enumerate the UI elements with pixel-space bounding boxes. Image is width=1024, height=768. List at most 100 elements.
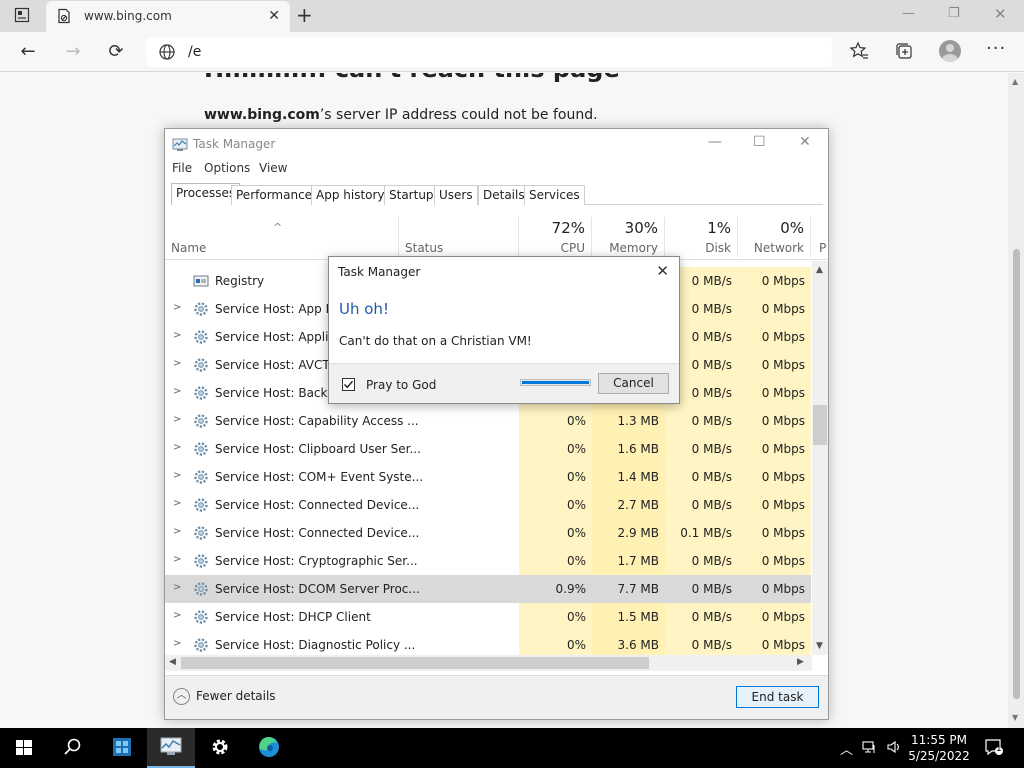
expand-chevron-icon[interactable]: > bbox=[173, 554, 181, 565]
scroll-down-icon[interactable]: ▼ bbox=[1012, 713, 1018, 722]
favorites-star-icon[interactable] bbox=[849, 41, 871, 63]
process-row[interactable]: > Service Host: Cryptographic Ser... 0% 1.7… bbox=[165, 547, 811, 575]
column-status[interactable]: Status bbox=[399, 217, 519, 257]
expand-chevron-icon[interactable]: > bbox=[173, 414, 181, 425]
column-disk[interactable]: 1% Disk bbox=[665, 217, 738, 257]
back-icon[interactable]: ← bbox=[17, 41, 39, 63]
pray-checkbox[interactable] bbox=[342, 378, 355, 391]
scroll-up-icon[interactable]: ▲ bbox=[1012, 77, 1018, 86]
process-list-vscrollbar[interactable]: ▲ ▼ bbox=[812, 261, 828, 655]
tm-minimize-icon[interactable]: — bbox=[708, 134, 722, 150]
process-row[interactable]: > Service Host: DCOM Server Proc... 0.9% 7.… bbox=[165, 575, 811, 603]
tab-startup[interactable]: Startup bbox=[384, 185, 439, 205]
column-memory[interactable]: 30% Memory bbox=[592, 217, 665, 257]
search-button[interactable] bbox=[48, 728, 96, 768]
expand-chevron-icon[interactable]: > bbox=[173, 470, 181, 481]
taskbar-app-network-monitor[interactable] bbox=[98, 728, 146, 768]
task-manager-titlebar[interactable]: Task Manager — ☐ ✕ bbox=[165, 129, 828, 159]
collections-icon[interactable] bbox=[894, 41, 916, 63]
process-list-hscrollbar[interactable]: ◀ ▶ bbox=[165, 655, 812, 671]
menu-view[interactable]: View bbox=[259, 161, 287, 175]
tab-services[interactable]: Services bbox=[524, 185, 585, 205]
tray-clock[interactable]: 11:55 PM 5/25/2022 bbox=[906, 732, 972, 764]
list-vscroll-thumb[interactable] bbox=[813, 405, 827, 445]
list-scroll-up-icon[interactable]: ▲ bbox=[816, 265, 823, 275]
expand-chevron-icon[interactable]: > bbox=[173, 610, 181, 621]
tab-users[interactable]: Users bbox=[434, 185, 478, 205]
minimize-icon[interactable]: — bbox=[902, 6, 915, 21]
process-row[interactable]: > Service Host: Capability Access ... 0% 1.… bbox=[165, 407, 811, 435]
expand-chevron-icon[interactable]: > bbox=[173, 330, 181, 341]
pray-checkbox-label[interactable]: Pray to God bbox=[366, 378, 436, 392]
process-cpu: 0% bbox=[519, 519, 592, 547]
restore-icon[interactable]: ❐ bbox=[948, 6, 960, 21]
tab-processes[interactable]: Processes bbox=[171, 183, 241, 205]
tm-maximize-icon[interactable]: ☐ bbox=[753, 134, 766, 150]
end-task-button[interactable]: End task bbox=[736, 686, 819, 708]
sort-caret-icon: ^ bbox=[273, 221, 283, 234]
tray-network-icon[interactable] bbox=[862, 739, 878, 759]
cancel-button[interactable]: Cancel bbox=[598, 373, 669, 394]
tray-volume-icon[interactable] bbox=[886, 739, 902, 759]
expand-chevron-icon[interactable]: > bbox=[173, 526, 181, 537]
notification-center-icon[interactable]: 1 bbox=[984, 737, 1004, 761]
column-network[interactable]: 0% Network bbox=[738, 217, 811, 257]
process-name: Service Host: COM+ Event Syste... bbox=[215, 470, 424, 484]
list-scroll-down-icon[interactable]: ▼ bbox=[816, 641, 823, 651]
fewer-details-link[interactable]: ︿ Fewer details bbox=[173, 688, 276, 705]
column-name[interactable]: ^ Name bbox=[165, 217, 399, 257]
close-icon[interactable]: ✕ bbox=[994, 5, 1007, 23]
process-row[interactable]: > Service Host: DHCP Client 0% 1.5 MB 0 MB/s… bbox=[165, 603, 811, 631]
menu-options[interactable]: Options bbox=[204, 161, 250, 175]
page-scroll-thumb[interactable] bbox=[1013, 249, 1020, 699]
page-scrollbar[interactable]: ▲ ▼ bbox=[1008, 73, 1024, 728]
more-options-icon[interactable]: ··· bbox=[986, 38, 1006, 59]
dialog-close-icon[interactable]: ✕ bbox=[656, 262, 669, 280]
expand-chevron-icon[interactable]: > bbox=[173, 386, 181, 397]
refresh-icon[interactable]: ⟳ bbox=[105, 41, 127, 63]
forward-icon[interactable]: → bbox=[62, 41, 84, 63]
process-cpu: 0% bbox=[519, 631, 592, 655]
process-row[interactable]: > Service Host: Connected Device... 0% 2.9 … bbox=[165, 519, 811, 547]
service-gear-icon bbox=[194, 498, 208, 512]
expand-chevron-icon[interactable]: > bbox=[173, 302, 181, 313]
expand-chevron-icon[interactable]: > bbox=[173, 582, 181, 593]
expand-chevron-icon[interactable]: > bbox=[173, 358, 181, 369]
process-row[interactable]: > Service Host: Clipboard User Ser... 0% 1.… bbox=[165, 435, 811, 463]
address-bar[interactable]: /e bbox=[146, 37, 832, 67]
service-gear-icon bbox=[194, 526, 208, 540]
expand-chevron-icon[interactable]: > bbox=[173, 442, 181, 453]
tab-app-history[interactable]: App history bbox=[311, 185, 390, 205]
error-heading: Hmmm... can't reach this page bbox=[204, 73, 620, 83]
tab-details[interactable]: Details bbox=[478, 185, 530, 205]
cpu-total: 72% bbox=[551, 219, 585, 237]
process-row[interactable]: > Service Host: COM+ Event Syste... 0% 1.4 … bbox=[165, 463, 811, 491]
dialog-footer: Pray to God Cancel bbox=[329, 363, 679, 403]
browser-tab[interactable]: www.bing.com ✕ bbox=[46, 1, 290, 32]
tab-actions-icon[interactable] bbox=[14, 7, 30, 26]
service-gear-icon bbox=[194, 386, 208, 400]
tab-performance[interactable]: Performance bbox=[231, 185, 318, 205]
process-row[interactable]: > Service Host: Diagnostic Policy ... 0% 3.… bbox=[165, 631, 811, 655]
start-button[interactable] bbox=[0, 728, 48, 768]
address-text[interactable]: /e bbox=[188, 44, 201, 60]
column-power[interactable]: P bbox=[811, 217, 828, 257]
menu-file[interactable]: File bbox=[172, 161, 192, 175]
column-cpu[interactable]: 72% CPU bbox=[519, 217, 592, 257]
profile-avatar[interactable] bbox=[939, 40, 961, 62]
list-scroll-left-icon[interactable]: ◀ bbox=[169, 657, 176, 667]
tray-overflow-icon[interactable]: ︿ bbox=[840, 739, 853, 758]
list-hscroll-thumb[interactable] bbox=[181, 657, 649, 669]
new-tab-icon[interactable]: + bbox=[296, 5, 313, 25]
taskbar-app-edge[interactable] bbox=[245, 728, 293, 768]
tab-close-icon[interactable]: ✕ bbox=[268, 9, 280, 23]
list-scroll-right-icon[interactable]: ▶ bbox=[797, 657, 804, 667]
expand-chevron-icon[interactable]: > bbox=[173, 498, 181, 509]
process-row[interactable]: > Service Host: Connected Device... 0% 2.7 … bbox=[165, 491, 811, 519]
taskbar-app-task-manager[interactable] bbox=[147, 728, 195, 768]
tab-title: www.bing.com bbox=[84, 9, 172, 23]
tm-close-icon[interactable]: ✕ bbox=[799, 134, 811, 150]
expand-chevron-icon[interactable]: > bbox=[173, 638, 181, 649]
process-memory: 7.7 MB bbox=[592, 575, 665, 603]
taskbar-app-settings[interactable] bbox=[196, 728, 244, 768]
